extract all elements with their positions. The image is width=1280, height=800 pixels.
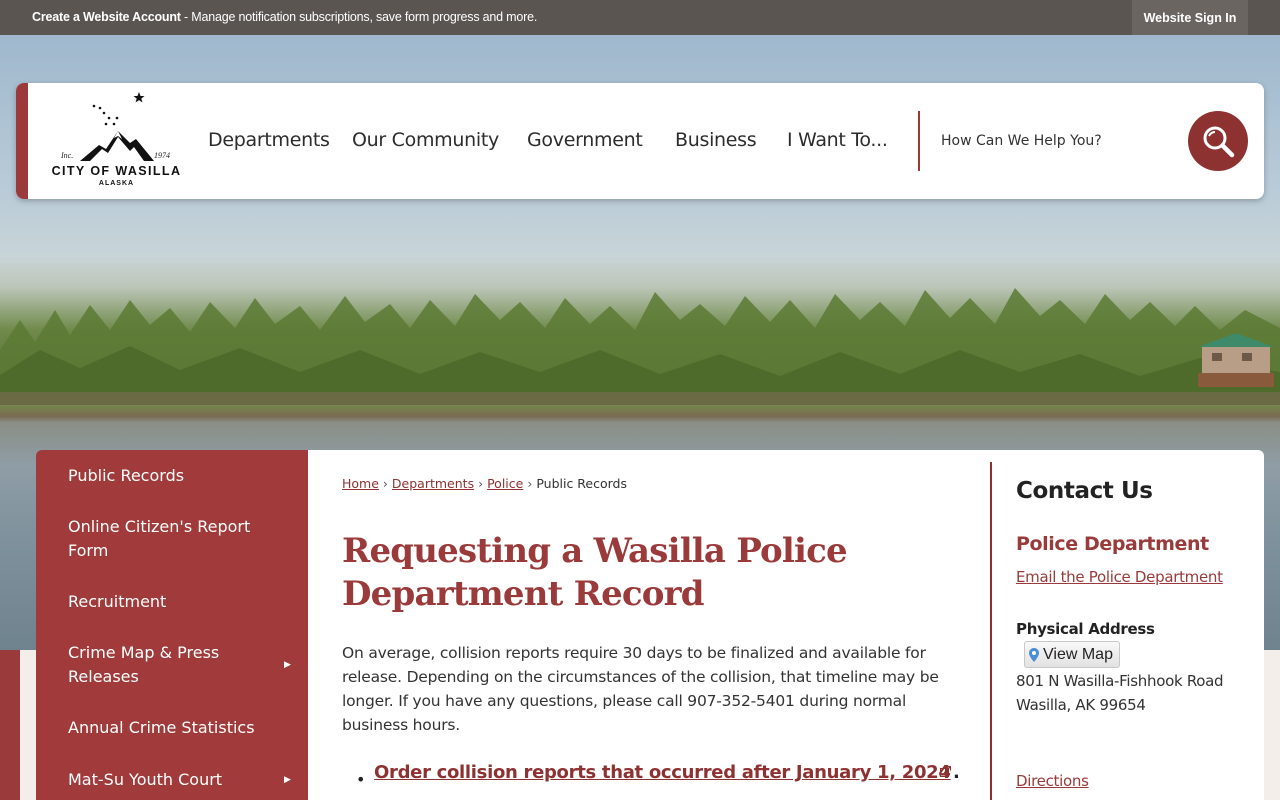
breadcrumb-separator: ›: [382, 476, 388, 491]
page-title: Requesting a Wasilla Police Department R…: [342, 531, 848, 614]
create-account-link[interactable]: Create a Website Account: [32, 10, 181, 24]
breadcrumb-departments[interactable]: Departments: [392, 476, 474, 491]
logo-year-text: 1974: [154, 151, 170, 160]
physical-address-label: Physical Address: [1016, 620, 1155, 638]
nav-business[interactable]: Business: [675, 129, 757, 151]
lake-house-graphic: [1198, 333, 1274, 387]
site-search-input[interactable]: [941, 127, 1171, 155]
sidebar-item-label: Online Citizen's Report Form: [68, 517, 251, 560]
search-icon: [1203, 126, 1235, 158]
address-line-1: 801 N Wasilla-Fishhook Road: [1016, 672, 1224, 690]
logo-state-name: ALASKA: [98, 180, 135, 187]
nav-divider: [918, 111, 920, 171]
order-collision-reports-link[interactable]: Order collision reports that occurred af…: [374, 762, 951, 783]
left-accent-strip: [0, 650, 20, 800]
nav-departments[interactable]: Departments: [208, 129, 330, 151]
main-content: Home › Departments › Police › Public Records R…: [308, 450, 990, 800]
logo-city-name: CITY OF WASILLA: [51, 164, 182, 178]
breadcrumb-home[interactable]: Home: [342, 476, 379, 491]
contact-panel: Contact Us Police Department Email the P…: [990, 450, 1264, 800]
account-message-text: - Manage notification subscriptions, sav…: [180, 10, 538, 24]
sidebar-item-label: Crime Map & Press Releases: [68, 643, 220, 686]
section-sidebar-nav: Public Records Online Citizen's Report F…: [36, 450, 308, 800]
sidebar-item-label: Annual Crime Statistics: [68, 718, 255, 737]
treeline-graphic: [0, 288, 1280, 405]
contact-divider: [990, 462, 992, 800]
breadcrumb-separator: ›: [527, 476, 533, 491]
submenu-arrow-icon[interactable]: ▶: [284, 768, 291, 792]
contact-title: Contact Us: [1016, 478, 1153, 504]
nav-our-community[interactable]: Our Community: [352, 129, 499, 151]
sidebar-item-label: Recruitment: [68, 592, 167, 611]
sidebar-item-label: Public Records: [68, 466, 185, 485]
map-pin-icon: [1029, 647, 1039, 662]
breadcrumb-police[interactable]: Police: [487, 476, 523, 491]
breadcrumb-current: Public Records: [536, 476, 627, 491]
breadcrumb: Home › Departments › Police › Public Records: [342, 476, 627, 491]
header-accent-bar: [16, 83, 28, 199]
nav-i-want-to[interactable]: I Want To...: [787, 129, 888, 151]
address-line-2: Wasilla, AK 99654: [1016, 696, 1146, 714]
sidebar-item-label: Mat-Su Youth Court: [68, 770, 223, 789]
nav-government[interactable]: Government: [527, 129, 643, 151]
intro-paragraph: On average, collision reports require 30…: [342, 644, 939, 734]
account-message[interactable]: Create a Website Account - Manage notifi…: [32, 10, 537, 24]
logo-inc-text: Inc.: [61, 151, 74, 160]
view-map-button[interactable]: View Map: [1024, 641, 1120, 668]
submenu-arrow-icon[interactable]: ▶: [284, 653, 291, 677]
breadcrumb-separator: ›: [478, 476, 484, 491]
department-name: Police Department: [1016, 533, 1209, 555]
external-link-icon: [940, 766, 951, 777]
city-logo[interactable]: Inc. 1974 CITY OF WASILLA ALASKA: [44, 91, 189, 193]
view-map-label: View Map: [1043, 645, 1113, 663]
site-header: Inc. 1974 CITY OF WASILLA ALASKA Departm…: [16, 83, 1264, 199]
directions-link[interactable]: Directions: [1016, 772, 1089, 790]
email-department-link[interactable]: Email the Police Department: [1016, 568, 1223, 586]
search-button[interactable]: [1188, 111, 1248, 171]
account-bar: Create a Website Account - Manage notifi…: [0, 0, 1280, 35]
link-suffix: .: [953, 762, 960, 783]
sign-in-button[interactable]: Website Sign In: [1132, 0, 1248, 35]
list-bullet: •: [356, 770, 366, 789]
